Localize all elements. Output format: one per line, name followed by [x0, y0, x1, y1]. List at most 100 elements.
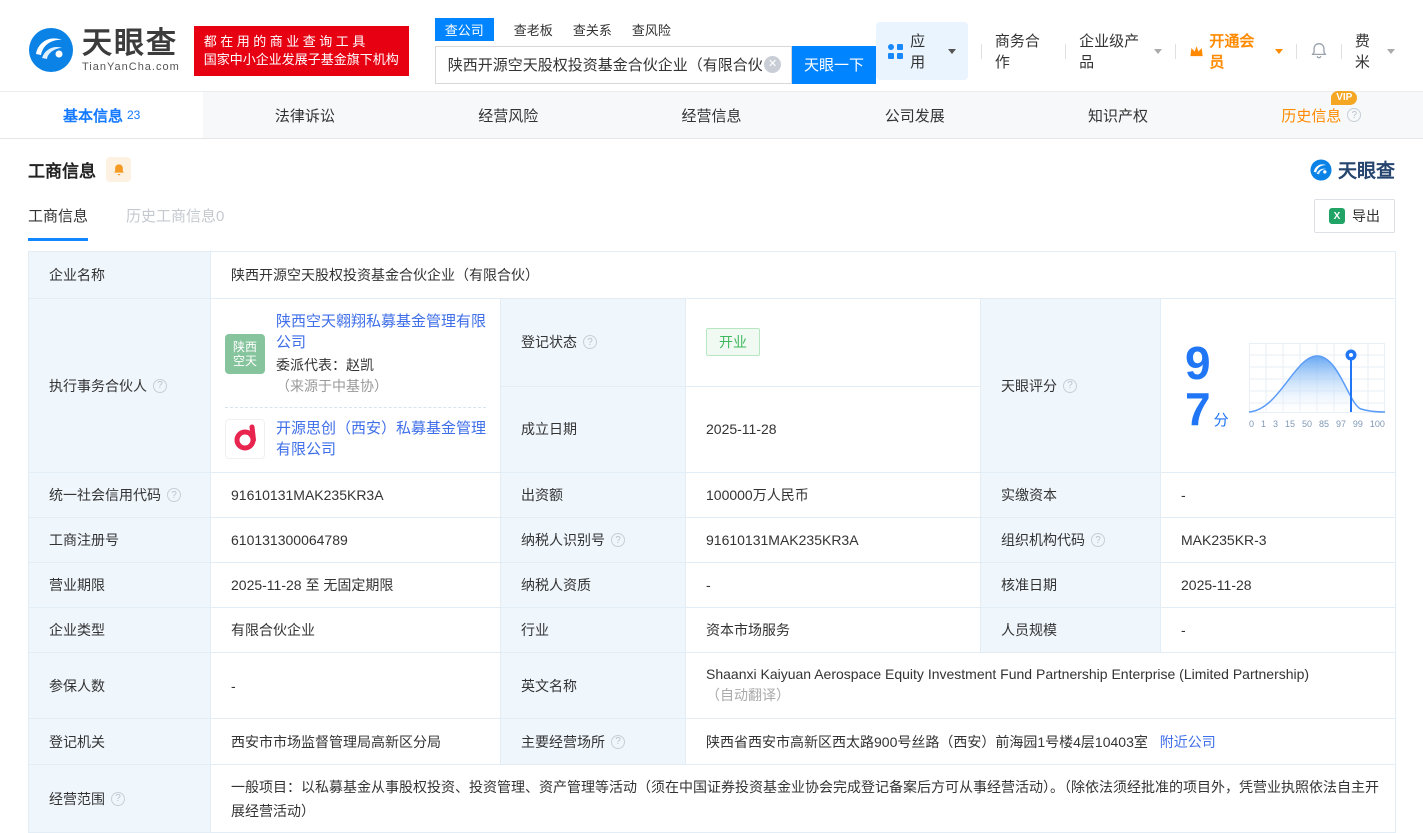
monitor-bell-button[interactable] [106, 157, 131, 182]
status-badge: 开业 [706, 328, 760, 357]
search-clear-icon[interactable]: ✕ [764, 56, 782, 73]
help-icon[interactable] [153, 378, 167, 393]
partner-item: 开源思创（西安）私募基金管理有限公司 [225, 418, 486, 460]
partner-logo [225, 419, 265, 459]
tianyancha-logo-icon [28, 27, 74, 76]
export-button[interactable]: X 导出 [1314, 199, 1395, 233]
bell-icon [113, 163, 124, 175]
english-name-value: Shaanxi Kaiyuan Aerospace Equity Investm… [706, 666, 1310, 682]
partner-logo: 陕西 空天 [225, 334, 265, 374]
divider [225, 407, 486, 408]
slogan-line2: 国家中小企业发展子基金旗下机构 [203, 52, 399, 67]
tab-basic-info[interactable]: 基本信息 23 [0, 92, 204, 138]
search-button[interactable]: 天眼一下 [792, 45, 877, 84]
table-row: 统一社会信用代码 91610131MAK235KR3A 出资额 100000万人… [28, 472, 1397, 518]
menu-cooperation[interactable]: 商务合作 [995, 30, 1052, 72]
business-place-cell: 陕西省西安市高新区西太路900号丝路（西安）前海园1号楼4层10403室 附近公… [684, 718, 1397, 765]
reg-status-value: 开业 [685, 298, 981, 387]
taxpayer-id-value: 91610131MAK235KR3A [685, 517, 981, 563]
divider [1065, 43, 1067, 59]
bell-icon [1311, 43, 1327, 59]
credit-code-label: 统一社会信用代码 [28, 472, 211, 518]
vip-badge: VIP [1331, 90, 1358, 105]
search-tab-risk[interactable]: 查风险 [632, 20, 671, 39]
reg-status-label: 登记状态 [500, 298, 686, 387]
chevron-down-icon [947, 48, 956, 54]
search-input[interactable] [445, 55, 765, 74]
tab-operating-info[interactable]: 经营信息 [610, 92, 813, 138]
business-term-label: 营业期限 [28, 562, 211, 608]
tab-legal-litigation[interactable]: 法律诉讼 [203, 92, 406, 138]
subtab-business-info[interactable]: 工商信息 [28, 205, 89, 241]
tianyancha-logo[interactable]: 天眼查 TianYanCha.com [28, 27, 180, 76]
business-scope-label: 经营范围 [28, 764, 211, 833]
score-cell: 97 分 0 1 3 15 50 85 97 99 100 [1159, 298, 1397, 473]
apps-grid-icon [888, 43, 904, 59]
business-place-label: 主要经营场所 [500, 718, 686, 765]
subtab-history-business-info[interactable]: 历史工商信息0 [126, 205, 224, 241]
tab-operating-risk[interactable]: 经营风险 [407, 92, 610, 138]
watermark-text: 天眼查 [1337, 161, 1395, 182]
tab-intellectual-property[interactable]: 知识产权 [1016, 92, 1219, 138]
approval-date-label: 核准日期 [980, 562, 1161, 608]
divider [1340, 43, 1342, 59]
apps-menu[interactable]: 应用 [876, 22, 968, 80]
english-name-label: 英文名称 [500, 652, 686, 719]
user-menu[interactable]: 费米 [1355, 30, 1395, 72]
partners-cell: 陕西 空天 陕西空天翱翔私募基金管理有限公司 委派代表：赵凯 （来源于中基协） [210, 298, 501, 473]
top-header: 天眼查 TianYanCha.com 都在用的商业查询工具 国家中小企业发展子基… [0, 0, 1423, 90]
notification-bell[interactable] [1310, 42, 1328, 60]
help-icon[interactable] [611, 533, 625, 547]
help-icon[interactable] [111, 791, 125, 806]
apps-label: 应用 [910, 33, 926, 71]
chevron-down-icon [1386, 48, 1395, 54]
auto-translate-note: （自动翻译） [706, 687, 790, 703]
help-icon[interactable] [1091, 533, 1105, 547]
divider [1295, 43, 1297, 59]
help-icon[interactable] [1347, 108, 1362, 122]
score-axis-ticks: 01 3 15 50 85 97 99 100 [1249, 418, 1385, 429]
org-code-label: 组织机构代码 [980, 517, 1161, 563]
search-tab-company[interactable]: 查公司 [434, 18, 494, 41]
table-row: 经营范围 一般项目：以私募基金从事股权投资、投资管理、资产管理等活动（须在中国证… [28, 764, 1397, 833]
partner-company-link[interactable]: 开源思创（西安）私募基金管理有限公司 [276, 420, 486, 458]
partner-logo-icon [234, 424, 256, 451]
company-name-label: 企业名称 [28, 251, 211, 299]
help-icon[interactable] [167, 488, 181, 502]
search-tab-relation[interactable]: 查关系 [573, 20, 612, 39]
tab-count-badge: 23 [126, 108, 141, 122]
help-icon[interactable] [583, 335, 597, 350]
help-icon[interactable] [611, 734, 625, 749]
watermark-logo: 天眼查 [1310, 156, 1395, 183]
partner-company-link[interactable]: 陕西空天翱翔私募基金管理有限公司 [276, 313, 486, 351]
help-icon[interactable] [1063, 378, 1077, 393]
menu-enterprise-products[interactable]: 企业级产品 [1079, 30, 1163, 72]
industry-value: 资本市场服务 [685, 607, 981, 653]
establish-date-label: 成立日期 [500, 385, 686, 474]
table-row: 执行事务合伙人 陕西 空天 陕西空天翱翔私募基金管理有限公司 委派代表：赵凯 （… [28, 298, 1397, 473]
table-row: 企业类型 有限合伙企业 行业 资本市场服务 人员规模 - [28, 607, 1397, 653]
score-distribution-chart: 01 3 15 50 85 97 99 100 [1248, 342, 1386, 429]
detail-nav-tabs: 基本信息 23 法律诉讼 经营风险 经营信息 公司发展 知识产权 历史信息 VI… [0, 90, 1423, 139]
taxpayer-qualification-label: 纳税人资质 [500, 562, 686, 608]
delegate-line: 委派代表：赵凯 （来源于中基协） [276, 357, 388, 394]
english-name-cell: Shaanxi Kaiyuan Aerospace Equity Investm… [684, 652, 1397, 719]
nearby-companies-link[interactable]: 附近公司 [1160, 734, 1216, 750]
crown-icon [1190, 46, 1203, 57]
taxpayer-qualification-value: - [685, 562, 981, 608]
table-row: 企业名称 陕西开源空天股权投资基金合伙企业（有限合伙） [28, 251, 1397, 299]
company-type-value: 有限合伙企业 [210, 607, 501, 653]
search-tab-boss[interactable]: 查老板 [514, 20, 553, 39]
table-row: 登记机关 西安市市场监督管理局高新区分局 主要经营场所 陕西省西安市高新区西太路… [28, 718, 1397, 765]
subtab-row: 工商信息 历史工商信息0 X 导出 [0, 183, 1423, 241]
tab-company-development[interactable]: 公司发展 [813, 92, 1016, 138]
menu-open-vip[interactable]: 开通会员 [1189, 30, 1283, 72]
staff-size-label: 人员规模 [980, 607, 1161, 653]
company-type-label: 企业类型 [28, 607, 211, 653]
tab-history-info[interactable]: 历史信息 VIP [1220, 90, 1423, 138]
company-name-value: 陕西开源空天股权投资基金合伙企业（有限合伙） [209, 251, 1397, 299]
partners-label: 执行事务合伙人 [28, 298, 211, 473]
business-info-table: 企业名称 陕西开源空天股权投资基金合伙企业（有限合伙） 执行事务合伙人 陕西 空… [28, 251, 1397, 833]
logo-domain: TianYanCha.com [82, 61, 180, 73]
search-field[interactable]: ✕ [434, 45, 793, 84]
